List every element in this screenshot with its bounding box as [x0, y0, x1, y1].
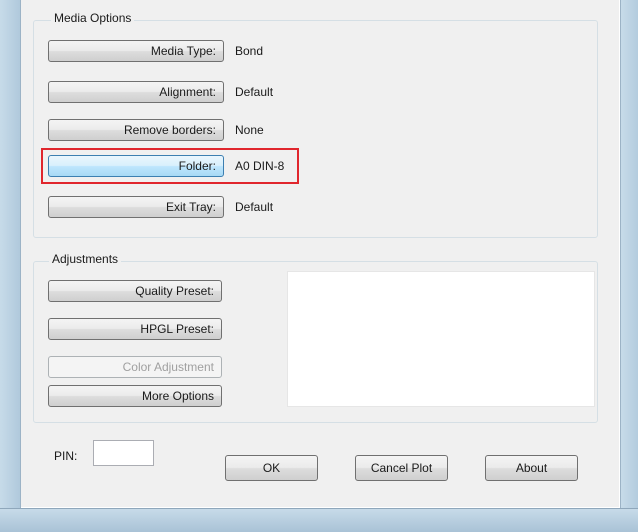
alignment-button[interactable]: Alignment: — [48, 81, 224, 103]
media-type-value: Bond — [235, 44, 264, 58]
folder-highlight-box — [41, 148, 299, 184]
pin-input[interactable] — [93, 440, 154, 466]
media-type-button[interactable]: Media Type: — [48, 40, 224, 62]
window-frame-bottom — [0, 508, 638, 532]
remove-borders-button[interactable]: Remove borders: — [48, 119, 224, 141]
cancel-plot-button[interactable]: Cancel Plot — [355, 455, 448, 481]
window-frame-right — [620, 0, 638, 518]
dialog-window: Media Options Media Type: Bond Alignment… — [0, 0, 638, 532]
preview-area — [287, 271, 595, 407]
more-options-button[interactable]: More Options — [48, 385, 222, 407]
quality-preset-button[interactable]: Quality Preset: — [48, 280, 222, 302]
window-frame-left — [0, 0, 21, 518]
hpgl-preset-button[interactable]: HPGL Preset: — [48, 318, 222, 340]
exit-tray-button[interactable]: Exit Tray: — [48, 196, 224, 218]
color-adjustment-button[interactable]: Color Adjustment — [48, 356, 222, 378]
exit-tray-value: Default — [235, 200, 274, 214]
ok-button[interactable]: OK — [225, 455, 318, 481]
media-options-title: Media Options — [51, 11, 135, 25]
remove-borders-value: None — [235, 123, 264, 137]
pin-label: PIN: — [54, 449, 78, 463]
adjustments-title: Adjustments — [49, 252, 122, 266]
alignment-value: Default — [235, 85, 274, 99]
about-button[interactable]: About — [485, 455, 578, 481]
